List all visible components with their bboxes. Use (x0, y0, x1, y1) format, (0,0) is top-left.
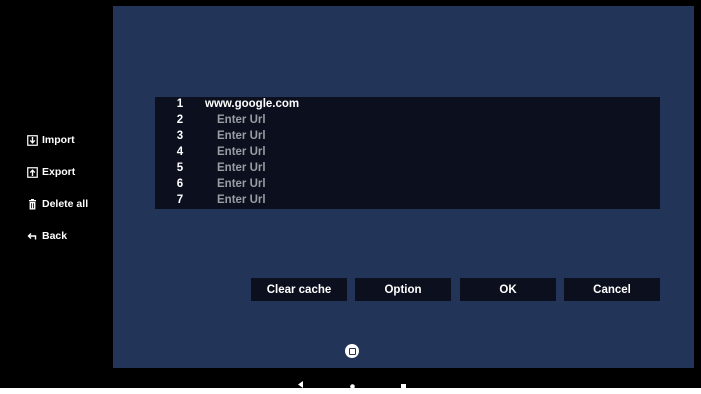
option-button[interactable]: Option (355, 278, 451, 301)
ok-button[interactable]: OK (460, 278, 556, 301)
cancel-button[interactable]: Cancel (564, 278, 660, 301)
sidebar-item-label: Delete all (42, 198, 89, 210)
url-row-number: 7 (176, 194, 184, 206)
export-icon (26, 166, 38, 178)
clear-cache-button[interactable]: Clear cache (251, 278, 347, 301)
url-row-number: 6 (176, 178, 184, 190)
url-input[interactable]: Enter Url (217, 130, 266, 142)
nav-recents-icon[interactable] (401, 376, 406, 394)
url-row-number: 1 (176, 98, 184, 110)
url-row[interactable]: 1 www.google.com (155, 98, 660, 114)
url-input[interactable]: Enter Url (217, 114, 266, 126)
sidebar-item-delete-all[interactable]: Delete all (26, 196, 88, 212)
system-nav-bar (0, 368, 701, 389)
trash-icon (26, 198, 38, 210)
back-arrow-icon (26, 230, 38, 242)
url-input[interactable]: Enter Url (217, 162, 266, 174)
url-list: 1 www.google.com 2 Enter Url 3 Enter Url… (155, 97, 660, 209)
sidebar-item-import[interactable]: Import (26, 132, 75, 148)
sidebar-item-label: Back (42, 230, 68, 242)
sidebar-item-label: Export (42, 166, 76, 178)
sidebar: Import Export Delete all Back (0, 0, 113, 368)
url-input[interactable]: Enter Url (217, 146, 266, 158)
url-row[interactable]: 5 Enter Url (155, 162, 660, 178)
nav-home-icon[interactable] (350, 376, 355, 394)
import-icon (26, 134, 38, 146)
sidebar-item-back[interactable]: Back (26, 228, 67, 244)
nav-back-icon[interactable] (298, 375, 304, 393)
url-row-number: 2 (176, 114, 184, 126)
url-row[interactable]: 7 Enter Url (155, 194, 660, 210)
url-row[interactable]: 6 Enter Url (155, 178, 660, 194)
url-row[interactable]: 2 Enter Url (155, 114, 660, 130)
url-row[interactable]: 4 Enter Url (155, 146, 660, 162)
sidebar-item-label: Import (42, 134, 75, 146)
url-row-number: 4 (176, 146, 184, 158)
url-row-number: 3 (176, 130, 184, 142)
url-row[interactable]: 3 Enter Url (155, 130, 660, 146)
android-screen: Import Export Delete all Back 1 www.goog… (0, 0, 701, 389)
url-input[interactable]: www.google.com (205, 98, 299, 110)
home-circle-icon[interactable] (345, 344, 359, 358)
url-input[interactable]: Enter Url (217, 178, 266, 190)
sidebar-item-export[interactable]: Export (26, 164, 75, 180)
url-row-number: 5 (176, 162, 184, 174)
url-input[interactable]: Enter Url (217, 194, 266, 206)
